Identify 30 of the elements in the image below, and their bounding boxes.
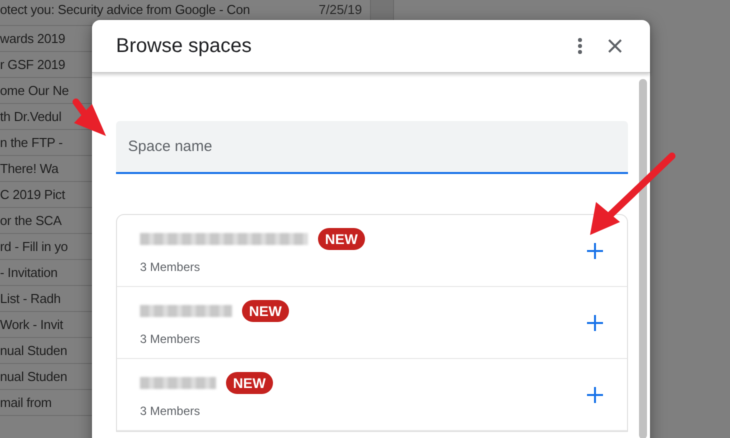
new-badge: NEW	[226, 372, 273, 394]
dialog-title: Browse spaces	[116, 34, 253, 58]
member-count: 3 Members	[140, 332, 202, 346]
new-badge: NEW	[242, 300, 289, 322]
email-subject: - Invitation	[0, 265, 58, 280]
email-subject: There! Wa	[0, 161, 58, 176]
email-subject: List - Radh	[0, 291, 61, 306]
add-icon[interactable]	[587, 386, 603, 402]
annotation-arrow	[72, 98, 106, 136]
email-subject: Work - Invit	[0, 317, 64, 332]
email-subject: r GSF 2019	[0, 57, 66, 72]
member-count: 3 Members	[140, 404, 202, 418]
add-icon[interactable]	[587, 314, 603, 330]
email-subject: C 2019 Pict	[0, 187, 66, 202]
search-field[interactable]: Space name	[116, 121, 628, 174]
add-icon[interactable]	[587, 242, 603, 258]
email-subject: wards 2019	[0, 31, 66, 46]
scrollbar-thumb[interactable]	[639, 79, 647, 438]
email-subject: nual Studen	[0, 369, 68, 384]
email-subject: th Dr.Vedul	[0, 109, 62, 124]
email-date: 7/25/19	[318, 2, 362, 17]
email-subject: n the FTP -	[0, 135, 63, 150]
email-subject: nual Studen	[0, 343, 68, 358]
member-count: 3 Members	[140, 260, 202, 274]
email-subject: rd - Fill in yo	[0, 239, 68, 254]
email-subject: mail from	[0, 395, 52, 410]
email-subject: ome Our Ne	[0, 83, 69, 98]
email-subject: or the SCA	[0, 213, 62, 228]
new-badge: NEW	[318, 228, 365, 250]
email-subject: otect you: Security advice from Google - Con	[0, 2, 250, 17]
